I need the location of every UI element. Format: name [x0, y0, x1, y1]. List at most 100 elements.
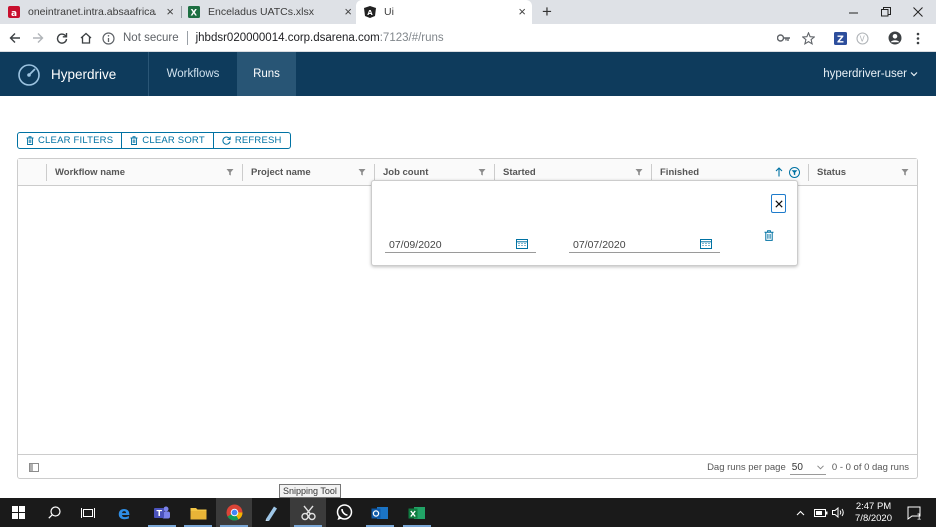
column-label: Started — [503, 167, 536, 178]
teams-app[interactable]: T — [144, 498, 180, 527]
nav-runs[interactable]: Runs — [237, 52, 296, 96]
svg-text:A: A — [367, 9, 373, 17]
notes-app[interactable] — [253, 498, 289, 527]
filter-icon[interactable] — [226, 168, 234, 176]
outlook-icon — [371, 506, 388, 519]
chevron-down-icon — [910, 72, 918, 77]
nav-workflows[interactable]: Workflows — [149, 52, 237, 96]
home-icon — [80, 32, 92, 44]
excel-icon — [408, 506, 425, 519]
filter-icon[interactable] — [635, 168, 643, 176]
calendar-icon[interactable] — [700, 238, 712, 249]
browser-tab[interactable]: X Enceladus UATCs.xlsx × — [188, 0, 358, 24]
task-view-icon — [81, 507, 95, 518]
absa-favicon-icon: a — [8, 6, 20, 18]
chrome-app[interactable] — [216, 498, 252, 527]
excel-app[interactable] — [399, 498, 435, 527]
home-button[interactable] — [76, 28, 96, 48]
close-tab-icon[interactable]: × — [518, 5, 526, 19]
info-icon[interactable] — [102, 31, 115, 45]
tab-title: Enceladus UATCs.xlsx — [208, 6, 315, 18]
column-label: Job count — [383, 167, 429, 178]
edge-app[interactable]: e — [107, 498, 143, 527]
excel-favicon-icon: X — [188, 6, 200, 18]
start-button[interactable] — [0, 498, 36, 527]
tab-title: Ui — [384, 6, 394, 18]
extension-z-icon[interactable]: Z — [832, 30, 848, 46]
trash-icon[interactable] — [764, 230, 774, 241]
column-toggle-icon[interactable] — [29, 463, 39, 472]
system-clock[interactable]: 2:47 PM 7/8/2020 — [855, 499, 892, 527]
close-window-button[interactable] — [902, 0, 934, 24]
column-project-name[interactable]: Project name — [243, 159, 374, 186]
close-tab-icon[interactable]: × — [166, 5, 174, 19]
new-tab-button[interactable]: + — [538, 0, 556, 24]
app-header: Hyperdrive Workflows Runs hyperdriver-us… — [0, 52, 936, 96]
show-hidden-icons[interactable] — [796, 498, 805, 527]
chevron-down-icon — [817, 464, 824, 470]
filter-icon[interactable] — [901, 168, 909, 176]
clear-sort-button[interactable]: CLEAR SORT — [121, 132, 214, 149]
filter-icon[interactable] — [478, 168, 486, 176]
page-size-select[interactable]: 50 — [789, 461, 826, 475]
sort-ascending-icon[interactable] — [775, 167, 783, 177]
svg-text:V: V — [859, 34, 865, 43]
snipping-tool-app[interactable] — [290, 498, 326, 527]
volume-indicator[interactable] — [832, 498, 845, 527]
filter-icon[interactable] — [358, 168, 366, 176]
search-icon — [47, 506, 61, 519]
from-date-input[interactable]: 07/09/2020 — [385, 237, 536, 253]
to-date-input[interactable]: 07/07/2020 — [569, 237, 720, 253]
profile-avatar-icon[interactable] — [887, 30, 903, 46]
column-label: Workflow name — [55, 167, 126, 178]
extension-circle-icon[interactable]: V — [854, 30, 870, 46]
user-menu[interactable]: hyperdriver-user — [823, 52, 918, 96]
outlook-app[interactable] — [362, 498, 398, 527]
browser-tab-strip: a oneintranet.intra.absaafrica/Page × X … — [0, 0, 936, 24]
whatsapp-app[interactable] — [326, 498, 362, 527]
column-status[interactable]: Status — [809, 159, 917, 186]
svg-text:T: T — [157, 509, 163, 518]
snipping-tool-icon — [300, 505, 316, 520]
forward-button[interactable] — [28, 28, 48, 48]
column-workflow-name[interactable]: Workflow name — [47, 159, 242, 186]
close-filter-button[interactable] — [771, 194, 786, 213]
close-tab-icon[interactable]: × — [344, 5, 352, 19]
key-icon[interactable] — [776, 30, 792, 46]
refresh-button[interactable]: REFRESH — [212, 132, 291, 149]
search-button[interactable] — [36, 498, 72, 527]
action-center[interactable]: 1 — [903, 498, 927, 527]
svg-text:X: X — [191, 9, 198, 19]
task-view-button[interactable] — [70, 498, 106, 527]
file-explorer-app[interactable] — [180, 498, 216, 527]
angular-favicon-icon: A — [364, 6, 376, 18]
column-label: Finished — [660, 167, 700, 178]
battery-indicator[interactable] — [814, 498, 828, 527]
browser-tab[interactable]: a oneintranet.intra.absaafrica/Page × — [8, 0, 180, 24]
edge-icon: e — [118, 504, 130, 521]
to-date-value: 07/07/2020 — [573, 238, 626, 251]
url-host: jhbdsr020000014.corp.dsarena.com — [195, 32, 380, 44]
windows-taskbar: e T 2:47 PM 7/8/2020 1 — [0, 498, 936, 527]
clear-filters-button[interactable]: CLEAR FILTERS — [17, 132, 123, 149]
back-button[interactable] — [5, 28, 25, 48]
notification-count: 1 — [917, 512, 922, 520]
brand-logo[interactable]: Hyperdrive — [16, 52, 116, 96]
browser-tab-active[interactable]: A Ui × — [356, 0, 532, 24]
filter-active-icon[interactable] — [789, 167, 800, 178]
speedometer-icon — [18, 64, 40, 86]
address-bar[interactable]: Not secure jhbdsr020000014.corp.dsarena.… — [102, 27, 832, 49]
clock-date: 7/8/2020 — [855, 513, 892, 524]
minimize-button[interactable] — [838, 0, 870, 24]
clear-filters-label: CLEAR FILTERS — [38, 135, 114, 146]
brand-name: Hyperdrive — [51, 66, 117, 82]
reload-button[interactable] — [52, 28, 72, 48]
calendar-icon[interactable] — [516, 238, 528, 249]
menu-kebab-icon[interactable] — [910, 30, 926, 46]
speaker-icon — [832, 507, 844, 518]
bookmark-star-icon[interactable] — [800, 30, 816, 46]
tab-divider — [181, 6, 182, 18]
restore-button[interactable] — [870, 0, 902, 24]
from-date-value: 07/09/2020 — [389, 238, 442, 251]
battery-icon — [814, 508, 828, 517]
